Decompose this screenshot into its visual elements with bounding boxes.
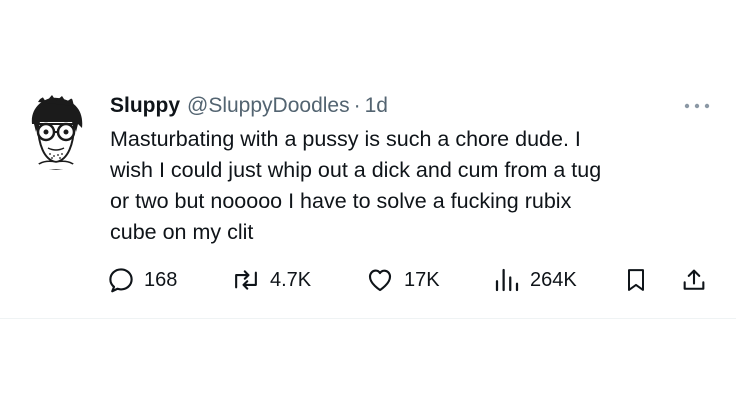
- share-icon: [683, 269, 705, 290]
- bookmark-button[interactable]: [622, 260, 650, 300]
- repost-count: 4.7K: [270, 268, 312, 291]
- timestamp[interactable]: 1d: [365, 94, 388, 118]
- tweet-actions: 168 4.7K 17K 264K: [106, 260, 716, 300]
- separator-dot: ·: [353, 94, 361, 117]
- avatar[interactable]: [24, 94, 88, 170]
- repost-button[interactable]: 4.7K: [230, 260, 311, 300]
- views-button[interactable]: 264K: [492, 260, 577, 300]
- more-options-button[interactable]: [682, 96, 712, 116]
- more-horizontal-icon: [684, 103, 710, 109]
- user-handle[interactable]: @SluppyDoodles: [187, 94, 350, 118]
- views-icon: [495, 268, 519, 292]
- reply-icon: [109, 268, 133, 293]
- display-name[interactable]: Sluppy: [110, 94, 180, 118]
- tweet-header: Sluppy @SluppyDoodles · 1d: [110, 94, 388, 118]
- like-count: 17K: [404, 268, 440, 291]
- tweet[interactable]: Sluppy @SluppyDoodles · 1d Masturbating …: [0, 0, 736, 320]
- like-button[interactable]: 17K: [364, 260, 440, 300]
- views-count: 264K: [530, 268, 577, 291]
- reply-count: 168: [144, 268, 178, 291]
- tweet-text: Masturbating with a pussy is such a chor…: [110, 127, 602, 244]
- divider: [0, 318, 736, 319]
- heart-icon: [368, 269, 392, 292]
- share-button[interactable]: [680, 260, 708, 300]
- reply-button[interactable]: 168: [106, 260, 177, 300]
- repost-icon: [235, 270, 257, 290]
- avatar-drawing: [24, 94, 88, 170]
- bookmark-icon: [628, 269, 644, 291]
